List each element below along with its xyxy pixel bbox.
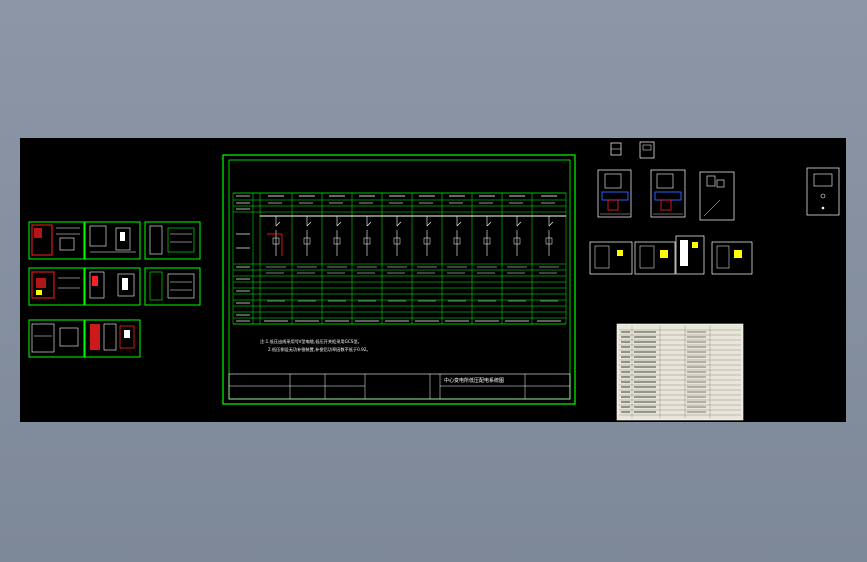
sheet-thumb[interactable]: [28, 221, 85, 260]
cabinet-symbol[interactable]: [610, 142, 622, 156]
elevation-drawing[interactable]: [650, 169, 686, 218]
sheet-thumb[interactable]: [84, 267, 141, 306]
sheet-thumb[interactable]: [675, 235, 705, 275]
elevation-drawing[interactable]: [699, 171, 735, 221]
sheet-thumb[interactable]: [84, 319, 141, 358]
sheet-thumb[interactable]: [144, 267, 201, 306]
cad-model-space[interactable]: 注:1.低压出线采用YJV型电缆,低压开关柜采用GCS型。 2.低压侧设无功补偿…: [20, 138, 846, 422]
materials-table[interactable]: [616, 323, 744, 421]
cad-drawing-canvas: 注:1.低压出线采用YJV型电缆,低压开关柜采用GCS型。 2.低压侧设无功补偿…: [28, 141, 840, 421]
sheet-thumb[interactable]: [589, 241, 633, 275]
right-detail-drawings: [589, 141, 840, 421]
sheet-thumb[interactable]: [84, 221, 141, 260]
note-line-2: 2.低压侧设无功补偿装置,补偿后功率因数不低于0.92。: [268, 346, 371, 353]
note-line-1: 注:1.低压出线采用YJV型电缆,低压开关柜采用GCS型。: [260, 338, 362, 345]
drawing-title: 中心变电所低压配电系统图: [444, 377, 504, 384]
title-block: 中心变电所低压配电系统图: [228, 373, 571, 400]
feeder-grid: [232, 192, 567, 325]
left-sheet-thumbnails: [28, 221, 201, 358]
main-drawing-sheet[interactable]: 注:1.低压出线采用YJV型电缆,低压开关柜采用GCS型。 2.低压侧设无功补偿…: [222, 154, 576, 405]
sheet-thumb[interactable]: [28, 319, 85, 358]
elevation-drawing[interactable]: [597, 169, 632, 218]
cabinet-symbol[interactable]: [639, 141, 655, 159]
sheet-thumb[interactable]: [28, 267, 85, 306]
sheet-thumb[interactable]: [144, 221, 201, 260]
sheet-thumb[interactable]: [634, 241, 676, 275]
elevation-drawing[interactable]: [806, 167, 840, 216]
sheet-thumb[interactable]: [711, 241, 753, 275]
